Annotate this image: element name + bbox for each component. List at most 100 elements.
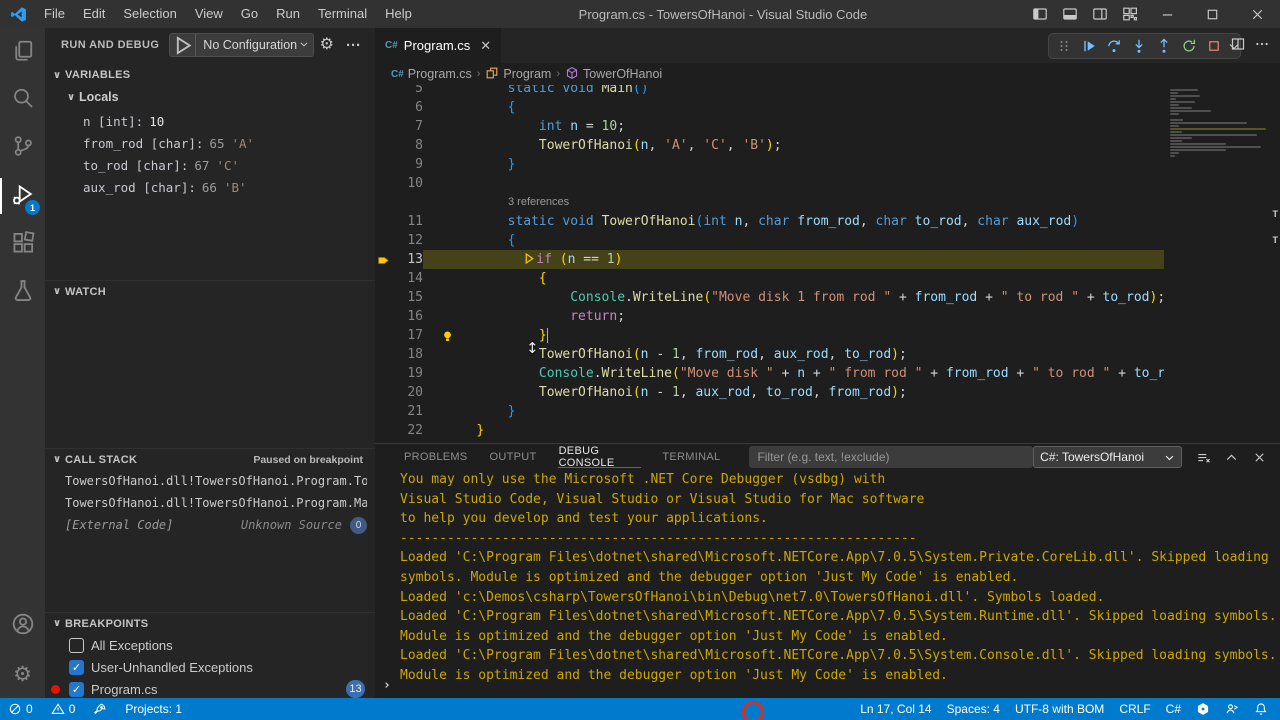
code-line-text[interactable]: TowerOfHanoi(n - 1, aux_rod, to_rod, fro…	[445, 383, 1280, 402]
gutter-glyph-margin[interactable]	[375, 364, 395, 383]
gutter-glyph-margin[interactable]	[375, 174, 395, 193]
breakpoint-row[interactable]: ✓User-Unhandled Exceptions	[45, 656, 375, 678]
breakpoint-checkbox[interactable]: ✓	[69, 660, 84, 675]
call-stack-frame[interactable]: TowersOfHanoi.dll!TowersOfHanoi.Program.…	[45, 470, 375, 492]
tab-program-cs[interactable]: C# Program.cs ✕	[375, 28, 501, 63]
feedback-status[interactable]	[1225, 702, 1239, 716]
menu-help[interactable]: Help	[376, 0, 421, 28]
breadcrumb-item-towerofhanoi[interactable]: TowerOfHanoi	[565, 66, 662, 83]
debug-step-out-button[interactable]	[1151, 34, 1176, 58]
activity-item-source-control[interactable]	[0, 124, 45, 172]
section-breakpoints[interactable]: ∨BREAKPOINTS	[45, 612, 375, 634]
activity-item-extensions[interactable]	[0, 220, 45, 268]
code-line-text[interactable]: {	[445, 269, 1280, 288]
gutter-glyph-margin[interactable]	[375, 212, 395, 231]
debug-session-dropdown[interactable]: C#: TowersOfHanoi	[1033, 446, 1182, 468]
code-line[interactable]: 19 Console.WriteLine("Move disk " + n + …	[375, 364, 1280, 383]
variable-row[interactable]: from_rod [char]:65'A'	[45, 132, 375, 154]
menu-edit[interactable]: Edit	[74, 0, 114, 28]
panel-tab-debug-console[interactable]: DEBUG CONSOLE	[548, 444, 652, 470]
encoding-status[interactable]: UTF-8 with BOM	[1015, 702, 1104, 716]
code-line[interactable]: 17 }	[375, 326, 1280, 345]
variable-row[interactable]: n [int]:10	[45, 110, 375, 132]
eol-status[interactable]: CRLF	[1119, 702, 1150, 716]
lightbulb-icon[interactable]	[441, 329, 454, 348]
gutter-glyph-margin[interactable]	[375, 345, 395, 364]
code-line[interactable]: 11 static void TowerOfHanoi(int n, char …	[375, 212, 1280, 231]
maximize-button[interactable]	[1190, 0, 1235, 28]
breakpoint-checkbox[interactable]	[69, 638, 84, 653]
section-watch[interactable]: ∨WATCH	[45, 280, 375, 302]
inline-breakpoint-icon[interactable]	[523, 252, 536, 267]
code-line[interactable]: 16 return;	[375, 307, 1280, 326]
menu-terminal[interactable]: Terminal	[309, 0, 376, 28]
gutter-glyph-margin[interactable]	[375, 421, 395, 440]
debug-continue-button[interactable]	[1076, 34, 1101, 58]
launch-status[interactable]	[93, 702, 107, 716]
minimap[interactable]	[1164, 85, 1272, 443]
code-line-text[interactable]: TowerOfHanoi(n, 'A', 'C', 'B');	[445, 136, 1280, 155]
code-line[interactable]: 21 }	[375, 402, 1280, 421]
debug-restart-button[interactable]	[1176, 34, 1201, 58]
gutter-glyph-margin[interactable]	[375, 231, 395, 250]
code-line[interactable]: 13 if (n == 1)	[375, 250, 1280, 269]
section-call-stack[interactable]: ∨CALL STACKPaused on breakpoint	[45, 448, 375, 470]
debug-console-prompt[interactable]: ›	[383, 678, 391, 693]
gutter-glyph-margin[interactable]	[375, 117, 395, 136]
activity-item-run-and-debug[interactable]: 1	[0, 172, 45, 220]
breadcrumb-item-program-cs[interactable]: C#Program.cs	[391, 67, 472, 81]
code-line[interactable]: 20 TowerOfHanoi(n - 1, aux_rod, to_rod, …	[375, 383, 1280, 402]
code-line-text[interactable]: }	[445, 402, 1280, 421]
code-line-text[interactable]: int n = 10;	[445, 117, 1280, 136]
breakpoint-row[interactable]: ✓Program.cs13	[45, 678, 375, 700]
cursor-position-status[interactable]: Ln 17, Col 14	[860, 702, 931, 716]
breadcrumb-item-program[interactable]: Program	[485, 66, 551, 83]
code-line-text[interactable]: static void TowerOfHanoi(int n, char fro…	[445, 212, 1280, 231]
customize-layout-icon[interactable]	[1115, 0, 1145, 28]
code-line[interactable]: 22 }	[375, 421, 1280, 440]
code-line-text[interactable]: return;	[445, 307, 1280, 326]
menu-go[interactable]: Go	[232, 0, 267, 28]
variable-row[interactable]: to_rod [char]:67'C'	[45, 154, 375, 176]
activity-item-testing[interactable]	[0, 268, 45, 316]
code-line-text[interactable]: Console.WriteLine("Move disk 1 from rod …	[445, 288, 1280, 307]
gutter-glyph-margin[interactable]	[375, 193, 395, 212]
code-line-text[interactable]: }	[445, 155, 1280, 174]
gutter-glyph-margin[interactable]	[375, 402, 395, 421]
problems-status[interactable]: 0 0	[8, 702, 75, 716]
menu-file[interactable]: File	[35, 0, 74, 28]
panel-tab-output[interactable]: OUTPUT	[479, 444, 548, 470]
layout-panel-icon[interactable]	[1055, 0, 1085, 28]
code-line-text[interactable]: {	[445, 98, 1280, 117]
variables-scope-locals[interactable]: ∨Locals	[45, 86, 375, 108]
menu-selection[interactable]: Selection	[114, 0, 185, 28]
code-editor[interactable]: 5 static void Main()6 {7 int n = 10;8 To…	[375, 85, 1280, 443]
tab-close-icon[interactable]: ✕	[480, 38, 491, 54]
projects-status[interactable]: Projects: 1	[125, 702, 182, 716]
notifications-status[interactable]	[1254, 702, 1268, 716]
code-line[interactable]: 14 {	[375, 269, 1280, 288]
call-stack-frame[interactable]: TowersOfHanoi.dll!TowersOfHanoi.Program.…	[45, 492, 375, 514]
close-panel-button[interactable]	[1252, 450, 1267, 465]
breakpoint-checkbox[interactable]: ✓	[69, 682, 84, 697]
debug-stop-button[interactable]	[1201, 34, 1226, 58]
call-stack-frame[interactable]: [External Code]Unknown Source0	[45, 514, 375, 536]
code-line-text[interactable]: static void Main()	[445, 85, 1280, 98]
console-filter-input[interactable]	[749, 446, 1033, 468]
code-line[interactable]: 18 TowerOfHanoi(n - 1, from_rod, aux_rod…	[375, 345, 1280, 364]
close-button[interactable]	[1235, 0, 1280, 28]
maximize-panel-button[interactable]	[1224, 450, 1239, 465]
code-line[interactable]: 6 {	[375, 98, 1280, 117]
breakpoint-row[interactable]: All Exceptions	[45, 634, 375, 656]
menu-view[interactable]: View	[186, 0, 232, 28]
debug-settings-gear-icon[interactable]: ⚙	[314, 37, 340, 53]
code-line[interactable]: 15 Console.WriteLine("Move disk 1 from r…	[375, 288, 1280, 307]
layout-sidebar-icon[interactable]	[1025, 0, 1055, 28]
gutter-glyph-margin[interactable]	[375, 85, 395, 98]
start-debug-icon[interactable]	[170, 34, 196, 56]
code-line[interactable]: 9 }	[375, 155, 1280, 174]
code-line-text[interactable]: TowerOfHanoi(n - 1, from_rod, aux_rod, t…	[445, 345, 1280, 364]
overview-ruler[interactable]: T T	[1272, 85, 1280, 443]
gutter-glyph-margin[interactable]	[375, 307, 395, 326]
panel-tab-terminal[interactable]: TERMINAL	[651, 444, 731, 470]
